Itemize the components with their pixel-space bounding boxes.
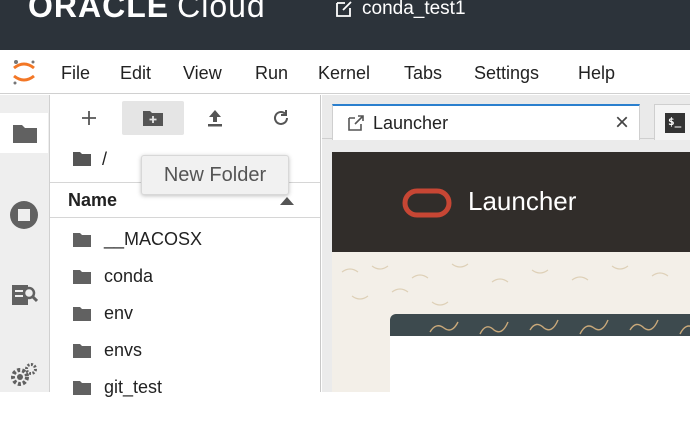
list-item-name: env xyxy=(104,303,134,323)
left-activity-bar xyxy=(0,95,50,392)
new-folder-button[interactable] xyxy=(122,101,184,135)
list-item-name: conda xyxy=(104,266,154,286)
oracle-cloud-logo: ORACLE Cloud xyxy=(28,0,266,25)
new-launcher-button[interactable] xyxy=(58,101,120,135)
launcher-card xyxy=(390,314,690,434)
menu-run[interactable]: Run xyxy=(255,63,288,84)
oracle-logo-icon xyxy=(402,188,452,218)
upload-icon xyxy=(208,110,222,127)
list-item[interactable]: conda xyxy=(50,258,320,295)
plus-icon xyxy=(82,111,96,125)
tab-terminal[interactable]: $_ xyxy=(654,104,690,140)
folder-icon xyxy=(13,125,37,143)
running-sessions-tab[interactable] xyxy=(0,195,48,235)
property-inspector-icon xyxy=(12,285,38,305)
list-item-name: envs xyxy=(104,340,143,360)
sort-ascending-icon xyxy=(280,197,294,205)
menu-kernel[interactable]: Kernel xyxy=(318,63,370,84)
menu-edit[interactable]: Edit xyxy=(120,63,151,84)
terminal-glyph: $_ xyxy=(668,115,682,128)
list-item[interactable]: __MACOSX xyxy=(50,221,320,258)
tab-launcher[interactable]: Launcher × xyxy=(332,104,640,140)
settings-gears-icon xyxy=(11,363,37,386)
running-icon xyxy=(10,201,38,229)
breadcrumb-root[interactable]: / xyxy=(102,149,107,170)
folder-icon xyxy=(73,152,91,166)
document-title[interactable]: conda_test1 xyxy=(334,0,466,22)
tab-launcher-label: Launcher xyxy=(373,112,449,133)
file-browser-tab[interactable] xyxy=(0,113,48,153)
property-inspector-tab[interactable] xyxy=(0,275,48,315)
folder-icon xyxy=(72,306,92,322)
brand-name-bold: ORACLE xyxy=(28,0,170,24)
menu-view[interactable]: View xyxy=(183,63,222,84)
new-folder-icon xyxy=(143,111,163,126)
refresh-icon xyxy=(274,110,288,125)
menu-settings[interactable]: Settings xyxy=(474,63,539,84)
document-title-text: conda_test1 xyxy=(362,0,466,19)
menu-tabs[interactable]: Tabs xyxy=(404,63,442,84)
tab-bar: Launcher × $_ xyxy=(322,95,690,140)
file-browser-panel: / Name __MACOSX conda env envs git_test xyxy=(50,95,321,397)
folder-icon xyxy=(72,343,92,359)
file-list: __MACOSX conda env envs git_test xyxy=(50,221,320,406)
list-item-name: git_test xyxy=(104,377,163,397)
upload-button[interactable] xyxy=(184,101,246,135)
breadcrumb[interactable]: / xyxy=(72,147,107,171)
launcher-title: Launcher xyxy=(468,186,577,216)
menu-help[interactable]: Help xyxy=(578,63,615,84)
list-item-name: __MACOSX xyxy=(104,229,203,249)
new-folder-tooltip: New Folder xyxy=(141,155,289,195)
jupyter-logo-icon xyxy=(13,60,35,85)
brand-bar: ORACLE Cloud conda_test1 xyxy=(0,0,690,50)
main-dock-area: Launcher × $_ Launcher xyxy=(322,95,690,434)
brand-name-rest: Cloud xyxy=(177,0,266,24)
edit-document-icon xyxy=(336,1,352,17)
folder-icon xyxy=(72,232,92,248)
extension-manager-tab[interactable] xyxy=(0,355,48,395)
list-item[interactable]: env xyxy=(50,295,320,332)
file-browser-toolbar xyxy=(50,95,320,143)
launcher-body xyxy=(332,252,690,434)
menu-bar: File Edit View Run Kernel Tabs Settings … xyxy=(0,50,690,94)
folder-icon xyxy=(72,380,92,396)
list-item[interactable]: git_test xyxy=(50,369,320,406)
close-icon[interactable]: × xyxy=(615,111,629,135)
menu-file[interactable]: File xyxy=(61,63,90,84)
folder-icon xyxy=(72,269,92,285)
launcher-icon xyxy=(347,114,365,132)
refresh-button[interactable] xyxy=(250,101,312,135)
column-header-name[interactable]: Name xyxy=(68,190,117,211)
launcher-header: Launcher xyxy=(332,152,690,252)
list-item[interactable]: envs xyxy=(50,332,320,369)
launcher-card-banner xyxy=(390,314,690,336)
